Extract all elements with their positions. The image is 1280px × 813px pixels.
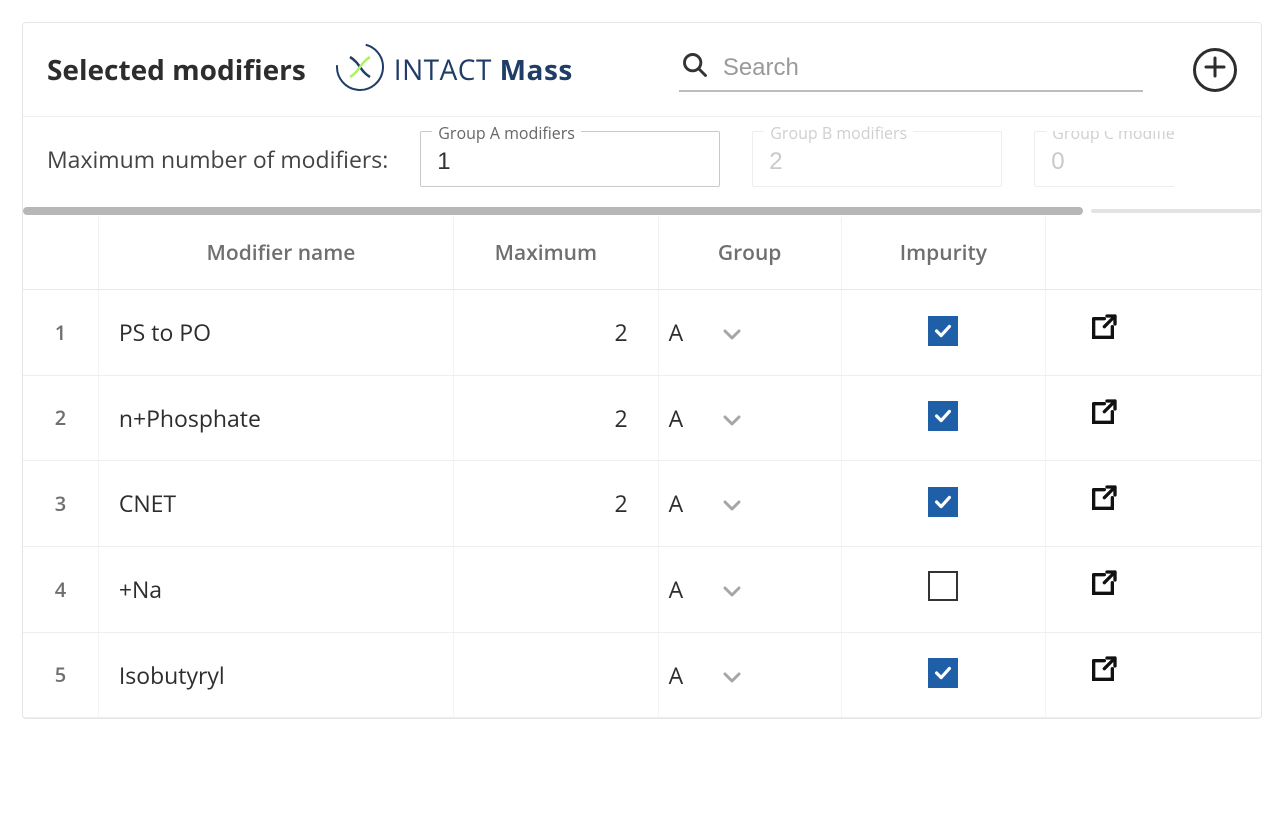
impurity-cell: [841, 375, 1046, 461]
open-in-new-icon: [1087, 397, 1119, 436]
scrollbar-thumb[interactable]: [23, 207, 1083, 215]
group-c-field[interactable]: Group C modifiers: [1034, 131, 1174, 187]
row-index: 1: [23, 290, 98, 376]
open-button[interactable]: [1086, 657, 1120, 691]
row-index: 5: [23, 632, 98, 718]
chevron-down-icon: [723, 402, 741, 434]
group-cell[interactable]: A: [658, 632, 841, 718]
group-value: A: [669, 487, 684, 519]
col-header-name[interactable]: Modifier name: [98, 217, 453, 290]
impurity-cell: [841, 461, 1046, 547]
brand-logo: INTACT Mass: [334, 41, 573, 98]
modifier-name-cell: n+Phosphate: [98, 375, 453, 461]
table-row: 5Isobutyryl A: [23, 632, 1261, 718]
open-in-new-icon: [1087, 568, 1119, 607]
actions-cell: [1046, 461, 1261, 547]
group-value: A: [669, 316, 684, 348]
actions-cell: [1046, 375, 1261, 461]
modifier-name-cell: Isobutyryl: [98, 632, 453, 718]
max-modifiers-label: Maximum number of modifiers:: [47, 143, 388, 175]
group-limits-row: Maximum number of modifiers: Group A mod…: [23, 116, 1261, 205]
table-row: 3CNET2A: [23, 461, 1261, 547]
modifier-name-cell: +Na: [98, 546, 453, 632]
group-value: A: [669, 402, 684, 434]
open-button[interactable]: [1086, 314, 1120, 348]
group-c-legend: Group C modifiers: [1046, 131, 1174, 144]
row-index: 2: [23, 375, 98, 461]
group-cell[interactable]: A: [658, 290, 841, 376]
actions-cell: [1046, 632, 1261, 718]
col-header-index: [23, 217, 98, 290]
modifiers-panel: Selected modifiers INTACT Mass: [22, 22, 1262, 719]
brand-text: INTACT Mass: [394, 51, 573, 89]
impurity-checkbox[interactable]: [928, 401, 958, 431]
table-row: 1PS to PO2A: [23, 290, 1261, 376]
actions-cell: [1046, 290, 1261, 376]
search-field[interactable]: [679, 47, 1143, 92]
search-icon: [681, 51, 709, 84]
panel-title: Selected modifiers: [47, 51, 306, 89]
open-in-new-icon: [1087, 483, 1119, 522]
plus-icon: [1204, 56, 1226, 83]
open-in-new-icon: [1087, 654, 1119, 693]
group-a-legend: Group A modifiers: [432, 122, 581, 144]
group-cell[interactable]: A: [658, 546, 841, 632]
maximum-cell[interactable]: 2: [454, 290, 659, 376]
maximum-cell[interactable]: [454, 546, 659, 632]
modifiers-table: Modifier name Maximum Group Impurity 1PS…: [23, 217, 1261, 718]
col-header-impurity[interactable]: Impurity: [841, 217, 1046, 290]
col-header-max[interactable]: Maximum: [454, 217, 659, 290]
group-b-field[interactable]: Group B modifiers: [752, 131, 1002, 187]
impurity-cell: [841, 290, 1046, 376]
open-button[interactable]: [1086, 400, 1120, 434]
impurity-checkbox[interactable]: [928, 316, 958, 346]
group-cell[interactable]: A: [658, 375, 841, 461]
group-cell[interactable]: A: [658, 461, 841, 547]
chevron-down-icon: [723, 487, 741, 519]
impurity-checkbox[interactable]: [928, 487, 958, 517]
impurity-checkbox[interactable]: [928, 571, 958, 601]
row-index: 3: [23, 461, 98, 547]
group-value: A: [669, 573, 684, 605]
actions-cell: [1046, 546, 1261, 632]
dna-icon: [334, 41, 386, 98]
table-row: 4+Na A: [23, 546, 1261, 632]
col-header-actions: [1046, 217, 1261, 290]
group-b-legend: Group B modifiers: [764, 122, 913, 144]
maximum-cell[interactable]: 2: [454, 461, 659, 547]
horizontal-scrollbar[interactable]: [23, 205, 1261, 217]
modifier-name-cell: CNET: [98, 461, 453, 547]
impurity-cell: [841, 546, 1046, 632]
group-value: A: [669, 659, 684, 691]
table-row: 2n+Phosphate2A: [23, 375, 1261, 461]
col-header-group[interactable]: Group: [658, 217, 841, 290]
open-button[interactable]: [1086, 571, 1120, 605]
row-index: 4: [23, 546, 98, 632]
chevron-down-icon: [723, 659, 741, 691]
search-input[interactable]: [721, 53, 1141, 83]
add-modifier-button[interactable]: [1193, 48, 1237, 92]
group-a-field[interactable]: Group A modifiers: [420, 131, 720, 187]
chevron-down-icon: [723, 573, 741, 605]
impurity-checkbox[interactable]: [928, 658, 958, 688]
maximum-cell[interactable]: [454, 632, 659, 718]
open-button[interactable]: [1086, 485, 1120, 519]
maximum-cell[interactable]: 2: [454, 375, 659, 461]
modifier-name-cell: PS to PO: [98, 290, 453, 376]
impurity-cell: [841, 632, 1046, 718]
open-in-new-icon: [1087, 312, 1119, 351]
panel-header: Selected modifiers INTACT Mass: [23, 23, 1261, 116]
chevron-down-icon: [723, 316, 741, 348]
